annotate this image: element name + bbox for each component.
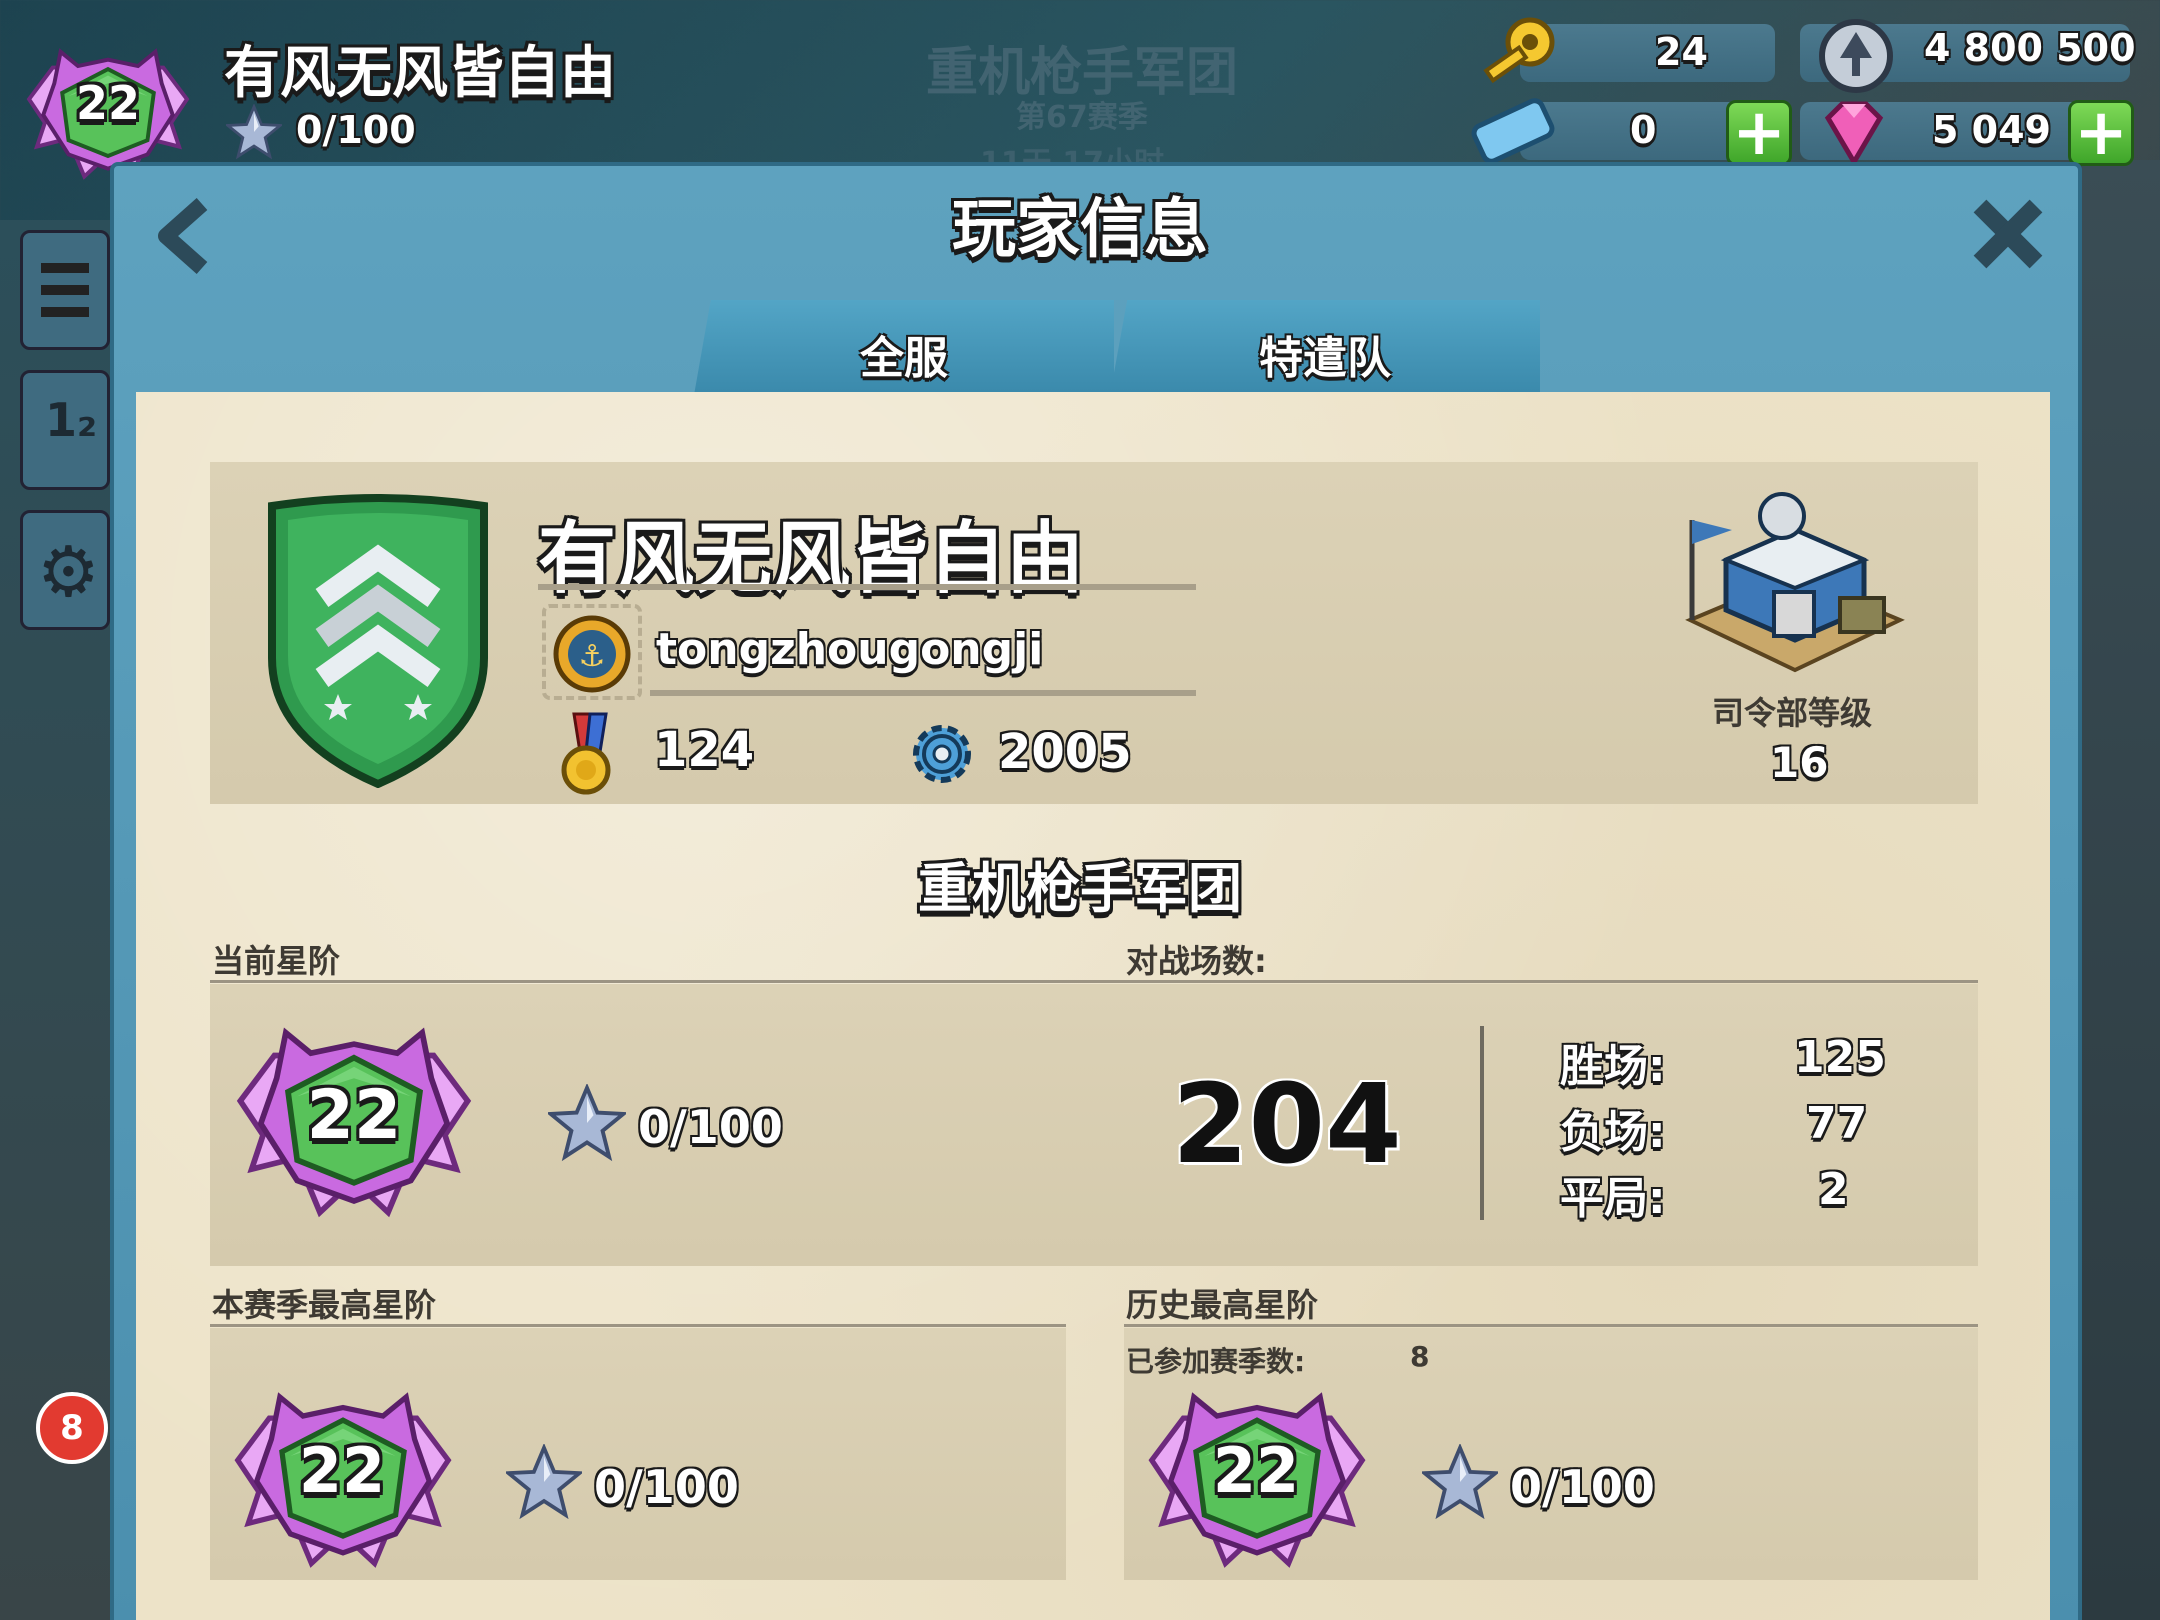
history-best-rank-level: 22 [1212, 1434, 1300, 1507]
hud-rank-progress: 0/100 [296, 108, 416, 152]
medals-value: 124 [654, 722, 755, 778]
tickets-value: 0 [1630, 108, 1657, 152]
wins-label: 胜场: [1560, 1041, 1666, 1092]
season-best-label: 本赛季最高星阶 [212, 1286, 437, 1324]
total-battles-value: 204 [1172, 1060, 1402, 1188]
seasons-joined-label: 已参加赛季数: [1126, 1345, 1306, 1378]
current-rank-label: 当前星阶 [212, 942, 341, 980]
settings-button[interactable]: ⚙ [20, 510, 110, 630]
tab-task-force[interactable]: 特遣队 [1110, 300, 1540, 395]
task-force-name[interactable]: tongzhougongji [656, 624, 1043, 675]
losses-label: 负场: [1560, 1107, 1666, 1158]
seasons-joined-value: 8 [1410, 1340, 1430, 1373]
panel-title: 玩家信息 [952, 193, 1208, 267]
star-icon [506, 1445, 582, 1517]
svg-text:⚓: ⚓ [579, 639, 606, 674]
wins-value: 125 [1794, 1032, 1886, 1083]
hud-rank-level: 22 [75, 76, 140, 130]
key-icon [1476, 14, 1560, 94]
sergeant-rank-shield-icon [262, 488, 494, 789]
draws-label: 平局: [1560, 1173, 1666, 1224]
add-diamonds-button[interactable]: + [2068, 100, 2134, 166]
season-best-rank-level: 22 [298, 1434, 386, 1507]
ticket-icon [1470, 98, 1556, 164]
intel-value: 4 800 500 [1924, 26, 2136, 70]
season-title: 重机枪手军团 [918, 857, 1242, 920]
history-best-divider [1124, 1324, 1978, 1327]
history-best-progress: 0/100 [1510, 1460, 1655, 1514]
star-icon [548, 1085, 626, 1159]
current-rank-progress: 0/100 [638, 1100, 783, 1154]
star-icon [226, 105, 282, 158]
hq-level-label: 司令部等级 [1712, 694, 1873, 732]
keys-value: 24 [1655, 30, 1708, 74]
hq-level-value: 16 [1770, 738, 1829, 787]
victory-points-gear-icon [906, 718, 978, 790]
task-force-emblem-icon: ⚓ [550, 614, 634, 694]
medal-icon [556, 712, 624, 796]
intel-icon [1808, 10, 1898, 98]
notification-badge[interactable]: 8 [36, 1392, 108, 1464]
close-icon[interactable] [1970, 196, 2046, 272]
history-best-label: 历史最高星阶 [1126, 1286, 1319, 1324]
headquarters-icon[interactable] [1670, 480, 1920, 680]
tab-global[interactable]: 全服 [694, 300, 1114, 395]
section-divider [210, 980, 1978, 983]
season-best-progress: 0/100 [594, 1460, 739, 1514]
leaderboard-button[interactable]: 1₂ [20, 370, 110, 490]
losses-value: 77 [1806, 1098, 1868, 1149]
victory-points-value: 2005 [998, 724, 1132, 780]
season-banner-number: 第67赛季 [1016, 100, 1148, 135]
stats-divider [1480, 1026, 1484, 1220]
diamond-icon [1814, 100, 1894, 167]
current-rank-level: 22 [306, 1076, 402, 1155]
hud-player-name: 有风无风皆自由 [224, 41, 616, 106]
diamonds-value: 5 049 [1932, 108, 2051, 152]
name-underline [538, 584, 1196, 590]
add-tickets-button[interactable]: + [1726, 100, 1792, 166]
profile-name: 有风无风皆自由 [538, 514, 1085, 604]
season-best-divider [210, 1324, 1066, 1327]
task-force-underline [650, 690, 1196, 696]
draws-value: 2 [1818, 1164, 1849, 1215]
star-icon [1422, 1445, 1498, 1517]
season-banner-timer: 11天 17小时 [980, 138, 1164, 162]
battles-label: 对战场数: [1126, 942, 1267, 980]
